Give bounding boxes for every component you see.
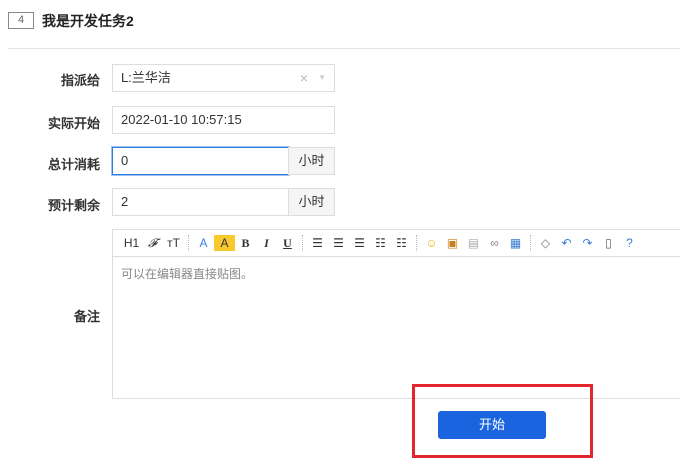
align-right-icon[interactable]: ☰ <box>349 233 370 253</box>
underline-button[interactable]: U <box>277 233 298 253</box>
image-icon[interactable]: ▣ <box>442 233 463 253</box>
left-label: 预计剩余 <box>47 198 100 213</box>
ordered-list-icon[interactable]: ☷ <box>370 233 391 253</box>
link-icon[interactable]: ∞ <box>484 233 505 253</box>
bg-color-button[interactable]: A <box>214 235 235 251</box>
font-color-button[interactable]: A <box>193 233 214 253</box>
code-icon[interactable]: ▤ <box>463 233 484 253</box>
editor-placeholder: 可以在编辑器直接贴图。 <box>121 267 254 281</box>
align-left-icon[interactable]: ☰ <box>307 233 328 253</box>
clipboard-icon[interactable]: ▯ <box>598 233 619 253</box>
comment-editor[interactable]: H1 𝓕 тT A A B I U ☰ ☰ ☰ ☷ ☷ ☺ ▣ ▤ ∞ ▦ ◇ … <box>112 229 680 399</box>
align-center-icon[interactable]: ☰ <box>328 233 349 253</box>
help-icon[interactable]: ? <box>619 233 640 253</box>
consumed-unit: 小时 <box>288 147 335 175</box>
consumed-input[interactable]: 0 <box>112 147 289 175</box>
task-title: 我是开发任务2 <box>42 13 134 29</box>
font-family-button[interactable]: 𝓕 <box>142 233 163 253</box>
left-input[interactable]: 2 <box>112 188 289 216</box>
start-label: 实际开始 <box>47 116 100 131</box>
comment-label: 备注 <box>73 309 100 324</box>
consumed-label: 总计消耗 <box>47 157 100 172</box>
italic-button[interactable]: I <box>256 233 277 253</box>
left-unit: 小时 <box>288 188 335 216</box>
undo-icon[interactable]: ↶ <box>556 233 577 253</box>
assign-select[interactable]: L:兰华洁 × ▼ <box>112 64 335 92</box>
redo-icon[interactable]: ↷ <box>577 233 598 253</box>
separator <box>188 235 189 251</box>
emoji-icon[interactable]: ☺ <box>421 233 442 253</box>
task-id-badge: 4 <box>8 12 34 29</box>
divider <box>8 48 680 49</box>
assign-value: L:兰华洁 <box>121 70 171 85</box>
heading-button[interactable]: H1 <box>121 233 142 253</box>
chevron-down-icon[interactable]: ▼ <box>318 65 326 91</box>
eraser-icon[interactable]: ◇ <box>535 233 556 253</box>
separator <box>530 235 531 251</box>
assign-label: 指派给 <box>60 73 100 88</box>
table-icon[interactable]: ▦ <box>505 233 526 253</box>
start-button[interactable]: 开始 <box>438 411 546 439</box>
separator <box>416 235 417 251</box>
bold-button[interactable]: B <box>235 233 256 253</box>
clear-icon[interactable]: × <box>300 65 308 91</box>
separator <box>302 235 303 251</box>
unordered-list-icon[interactable]: ☷ <box>391 233 412 253</box>
editor-toolbar: H1 𝓕 тT A A B I U ☰ ☰ ☰ ☷ ☷ ☺ ▣ ▤ ∞ ▦ ◇ … <box>113 230 680 257</box>
start-input[interactable]: 2022-01-10 10:57:15 <box>112 106 335 134</box>
font-size-button[interactable]: тT <box>163 233 184 253</box>
